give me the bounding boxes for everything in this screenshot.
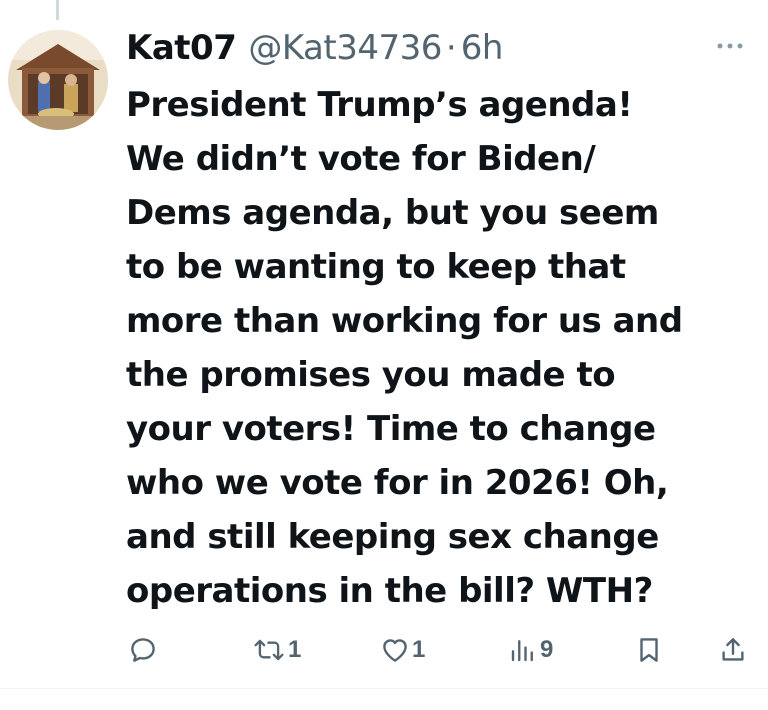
tweet-text: President Trump’s agenda! We didn’t vote… bbox=[126, 85, 683, 611]
like-button[interactable]: 1 bbox=[380, 628, 425, 672]
reply-button[interactable] bbox=[128, 628, 160, 672]
user-handle[interactable]: @Kat34736 bbox=[248, 28, 442, 68]
tweet-divider bbox=[0, 688, 768, 689]
bookmark-icon bbox=[634, 635, 664, 665]
share-icon bbox=[718, 635, 748, 665]
reply-icon bbox=[128, 635, 158, 665]
like-count: 1 bbox=[412, 636, 426, 663]
views-icon bbox=[508, 635, 538, 665]
views-button[interactable]: 9 bbox=[508, 628, 553, 672]
tweet-header: Kat07 @Kat34736 · 6h bbox=[126, 24, 503, 72]
separator-dot: · bbox=[445, 28, 457, 68]
display-name[interactable]: Kat07 bbox=[126, 28, 237, 68]
thread-connector-line bbox=[56, 0, 59, 20]
avatar[interactable] bbox=[8, 30, 108, 130]
share-button[interactable] bbox=[718, 628, 748, 672]
retweet-count: 1 bbox=[288, 636, 302, 663]
retweet-icon bbox=[252, 635, 286, 665]
avatar-image bbox=[8, 30, 108, 130]
action-bar: 1 1 9 bbox=[0, 628, 768, 672]
bookmark-button[interactable] bbox=[634, 628, 664, 672]
more-options-icon[interactable] bbox=[712, 34, 748, 58]
timestamp[interactable]: 6h bbox=[461, 28, 504, 68]
views-count: 9 bbox=[540, 636, 554, 663]
heart-icon bbox=[380, 635, 410, 665]
retweet-button[interactable]: 1 bbox=[252, 628, 301, 672]
